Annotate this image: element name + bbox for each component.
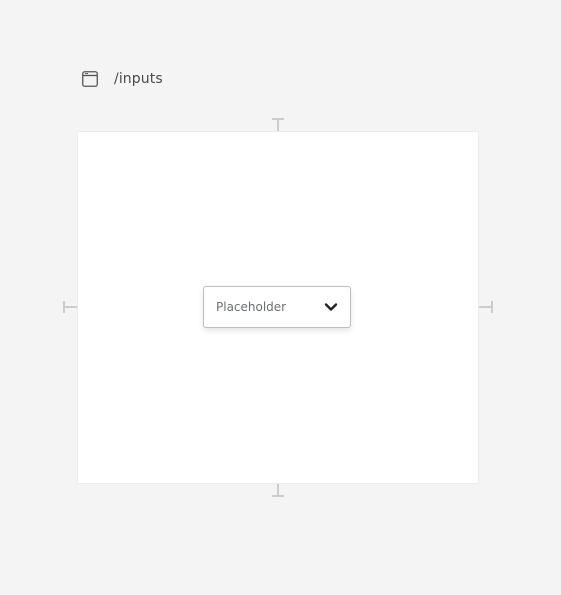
select-dropdown[interactable]: Placeholder bbox=[203, 286, 351, 328]
bottom-spacing-marker bbox=[272, 483, 284, 497]
frame-title: /inputs bbox=[114, 71, 163, 87]
chevron-down-icon[interactable] bbox=[324, 300, 338, 314]
right-spacing-marker bbox=[478, 301, 493, 313]
frame-header: /inputs bbox=[82, 70, 163, 88]
browser-window-icon bbox=[82, 71, 98, 87]
preview-canvas: Placeholder bbox=[78, 132, 478, 483]
select-placeholder: Placeholder bbox=[216, 300, 287, 314]
left-spacing-marker bbox=[63, 301, 78, 313]
top-spacing-marker bbox=[272, 118, 284, 132]
